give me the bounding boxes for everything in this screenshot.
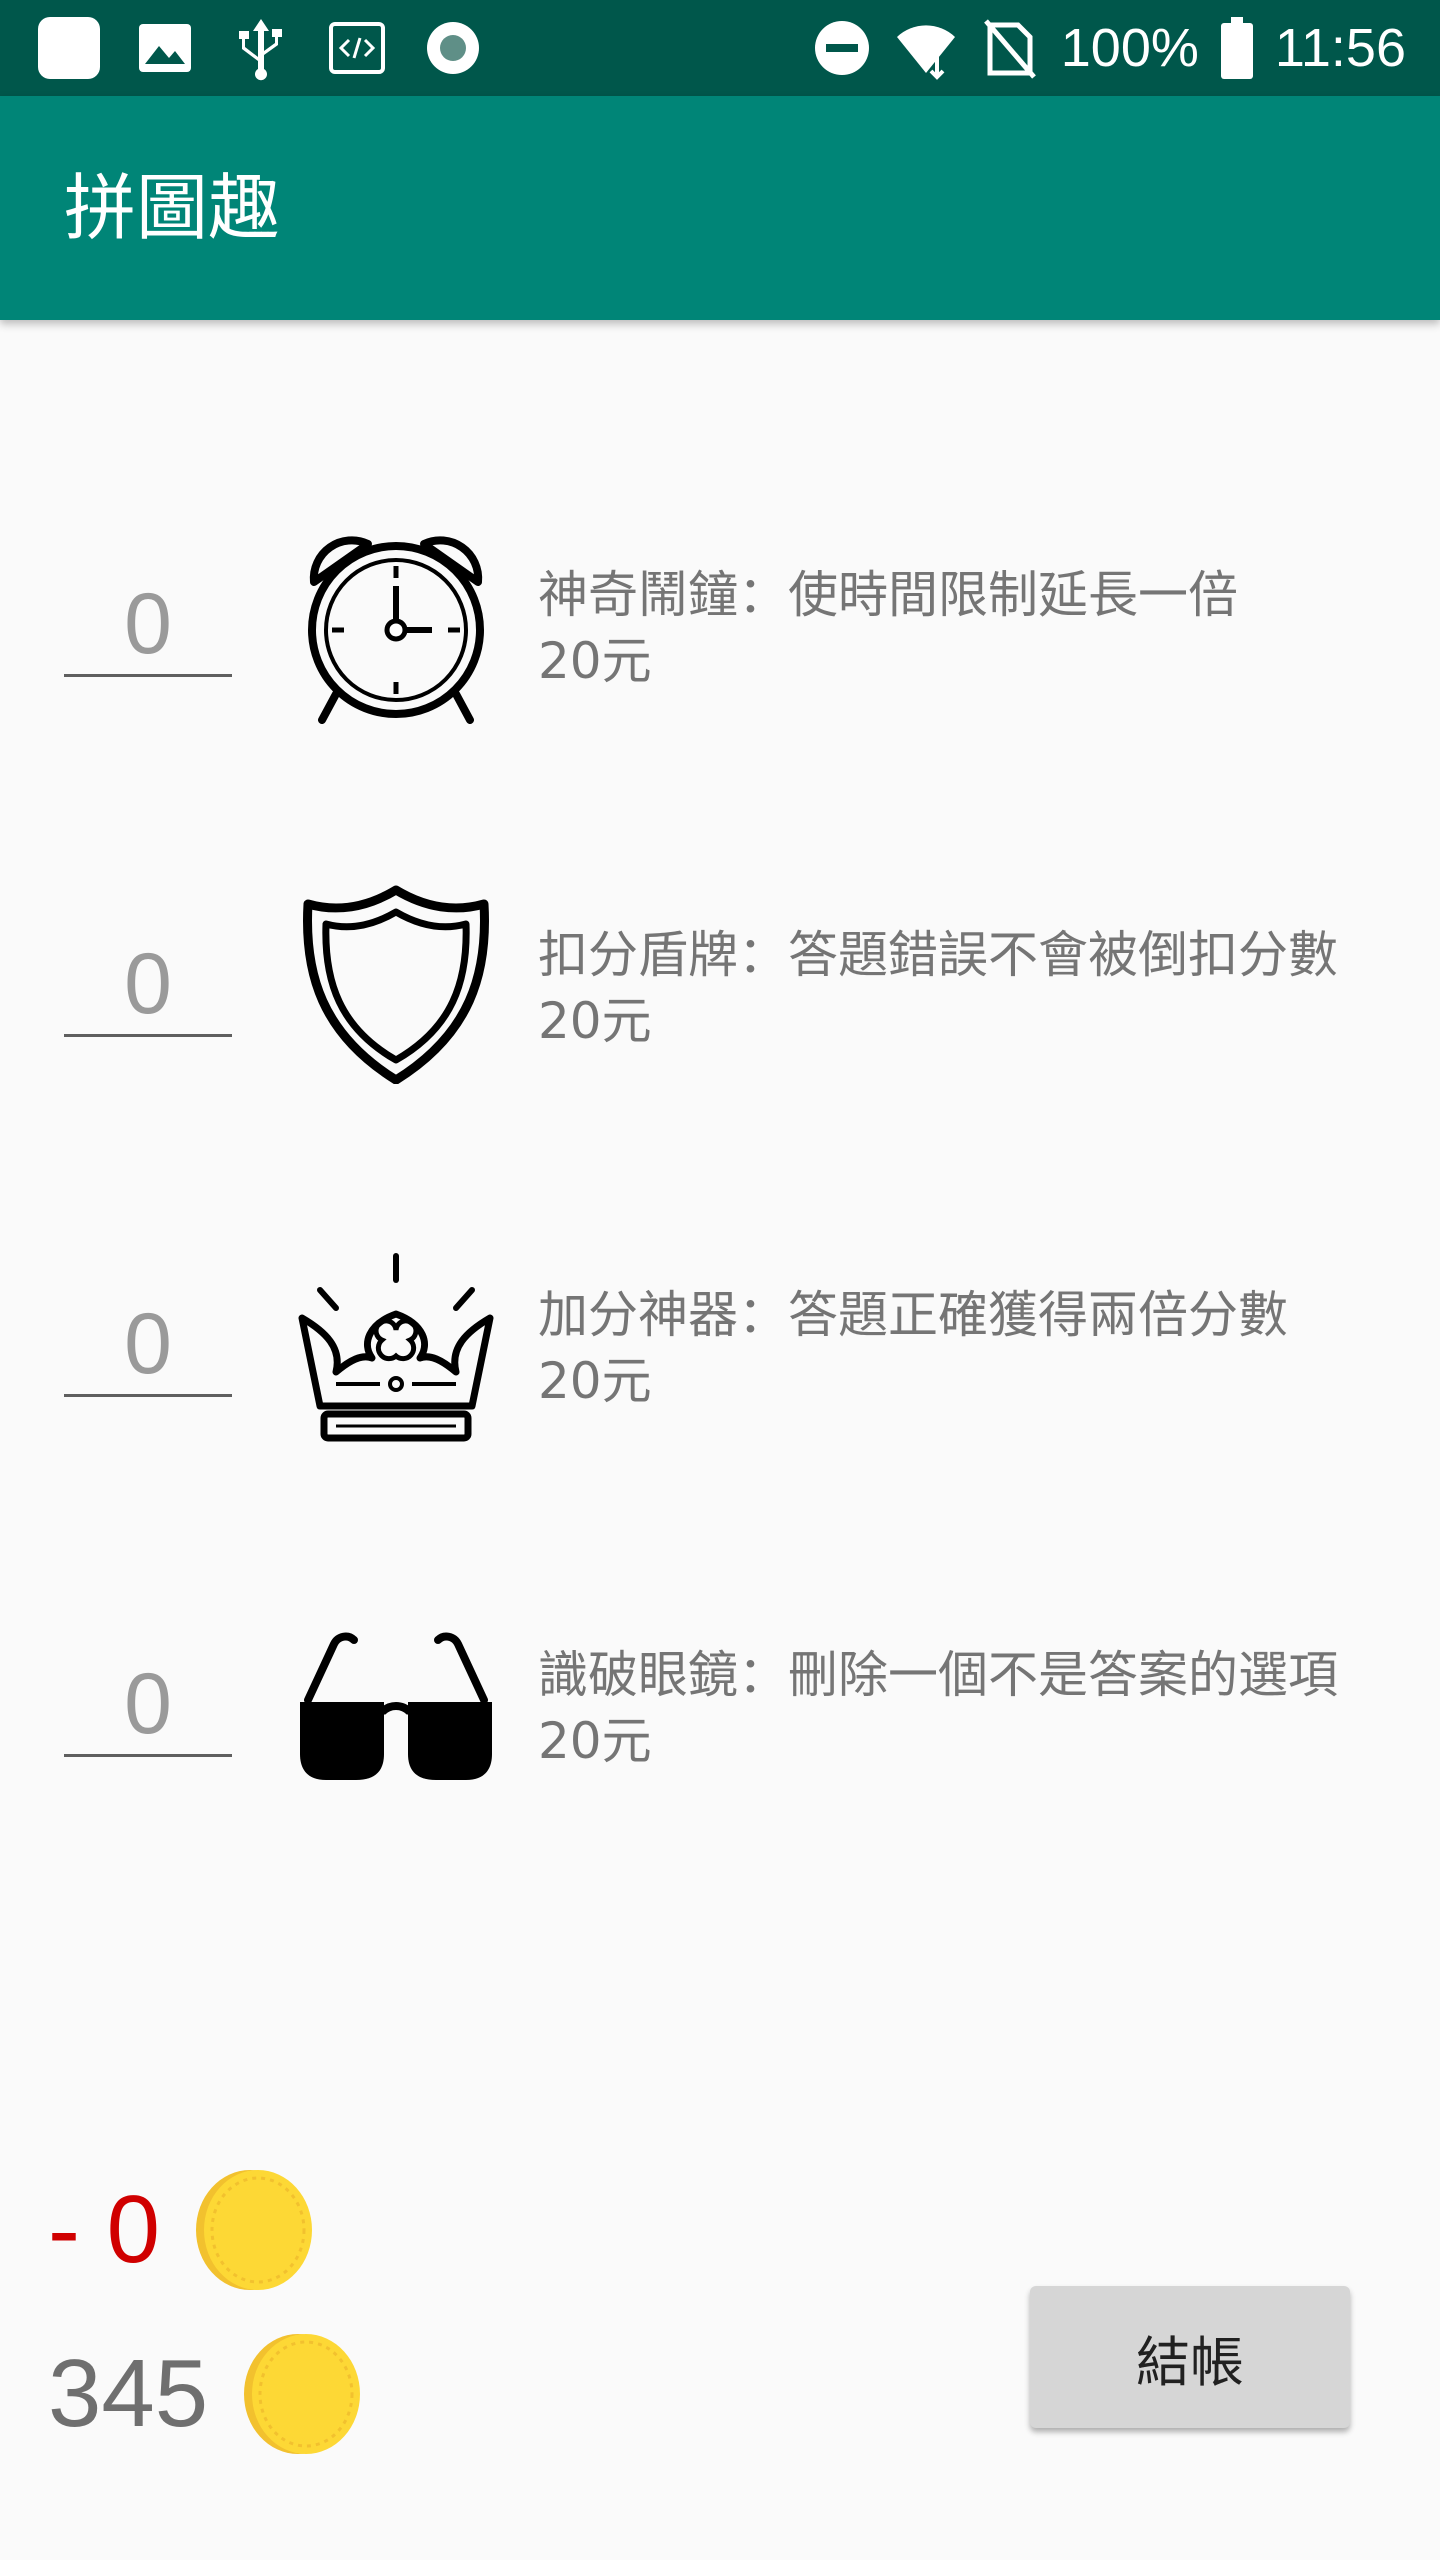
item-price: 20元 bbox=[538, 1352, 652, 1410]
clock: 11:56 bbox=[1274, 18, 1406, 78]
usb-icon bbox=[228, 15, 294, 81]
wifi-icon bbox=[893, 15, 959, 81]
balance-row: 345 bbox=[48, 2332, 362, 2456]
alarm-clock-icon bbox=[296, 524, 496, 724]
app-title: 拼圖趣 bbox=[64, 166, 281, 250]
battery-percent: 100% bbox=[1060, 18, 1199, 78]
quantity-input[interactable]: 0 bbox=[64, 934, 232, 1037]
battery-icon bbox=[1217, 15, 1257, 81]
coin-icon bbox=[244, 2334, 361, 2454]
no-sim-icon bbox=[977, 15, 1043, 81]
sunglasses-icon bbox=[296, 1604, 496, 1804]
coin-balance: 345 bbox=[48, 2340, 209, 2447]
app-icon bbox=[36, 15, 102, 81]
item-description: 扣分盾牌：答題錯誤不會被倒扣分數 20元 bbox=[538, 922, 1438, 1054]
item-alarm-clock: 0 神奇鬧鐘：使時間限制延長一倍 20元 bbox=[0, 514, 1440, 734]
status-bar: 100% 11:56 bbox=[0, 0, 1440, 96]
item-description: 加分神器：答題正確獲得兩倍分數 20元 bbox=[538, 1282, 1438, 1414]
item-description: 神奇鬧鐘：使時間限制延長一倍 20元 bbox=[538, 562, 1438, 694]
quantity-input[interactable]: 0 bbox=[64, 1294, 232, 1397]
item-desc-text: 加分神器：答題正確獲得兩倍分數 bbox=[538, 1286, 1288, 1344]
quantity-input[interactable]: 0 bbox=[64, 1654, 232, 1757]
item-price: 20元 bbox=[538, 992, 652, 1050]
coin-icon bbox=[196, 2170, 313, 2290]
item-description: 識破眼鏡：刪除一個不是答案的選項 20元 bbox=[538, 1642, 1438, 1774]
shield-icon bbox=[296, 884, 496, 1085]
crown-icon bbox=[296, 1244, 496, 1444]
item-price: 20元 bbox=[538, 632, 652, 690]
dnd-icon bbox=[809, 15, 875, 81]
code-icon bbox=[324, 15, 390, 81]
cost-row: - 0 bbox=[48, 2168, 314, 2292]
quantity-input[interactable]: 0 bbox=[64, 574, 232, 677]
item-price: 20元 bbox=[538, 1712, 652, 1770]
app-bar: 拼圖趣 bbox=[0, 96, 1440, 320]
cost-amount: - 0 bbox=[48, 2176, 161, 2283]
record-icon bbox=[420, 15, 486, 81]
item-shield: 0 扣分盾牌：答題錯誤不會被倒扣分數 20元 bbox=[0, 874, 1440, 1094]
checkout-button[interactable]: 結帳 bbox=[1030, 2286, 1350, 2428]
image-icon bbox=[132, 15, 198, 81]
item-desc-text: 識破眼鏡：刪除一個不是答案的選項 bbox=[538, 1646, 1338, 1704]
item-crown: 0 加分神器：答題正確獲得兩倍分數 20元 bbox=[0, 1234, 1440, 1454]
item-sunglasses: 0 識破眼鏡：刪除一個不是答案的選項 20元 bbox=[0, 1594, 1440, 1814]
item-desc-text: 神奇鬧鐘：使時間限制延長一倍 bbox=[538, 566, 1238, 624]
item-desc-text: 扣分盾牌：答題錯誤不會被倒扣分數 bbox=[538, 926, 1338, 984]
